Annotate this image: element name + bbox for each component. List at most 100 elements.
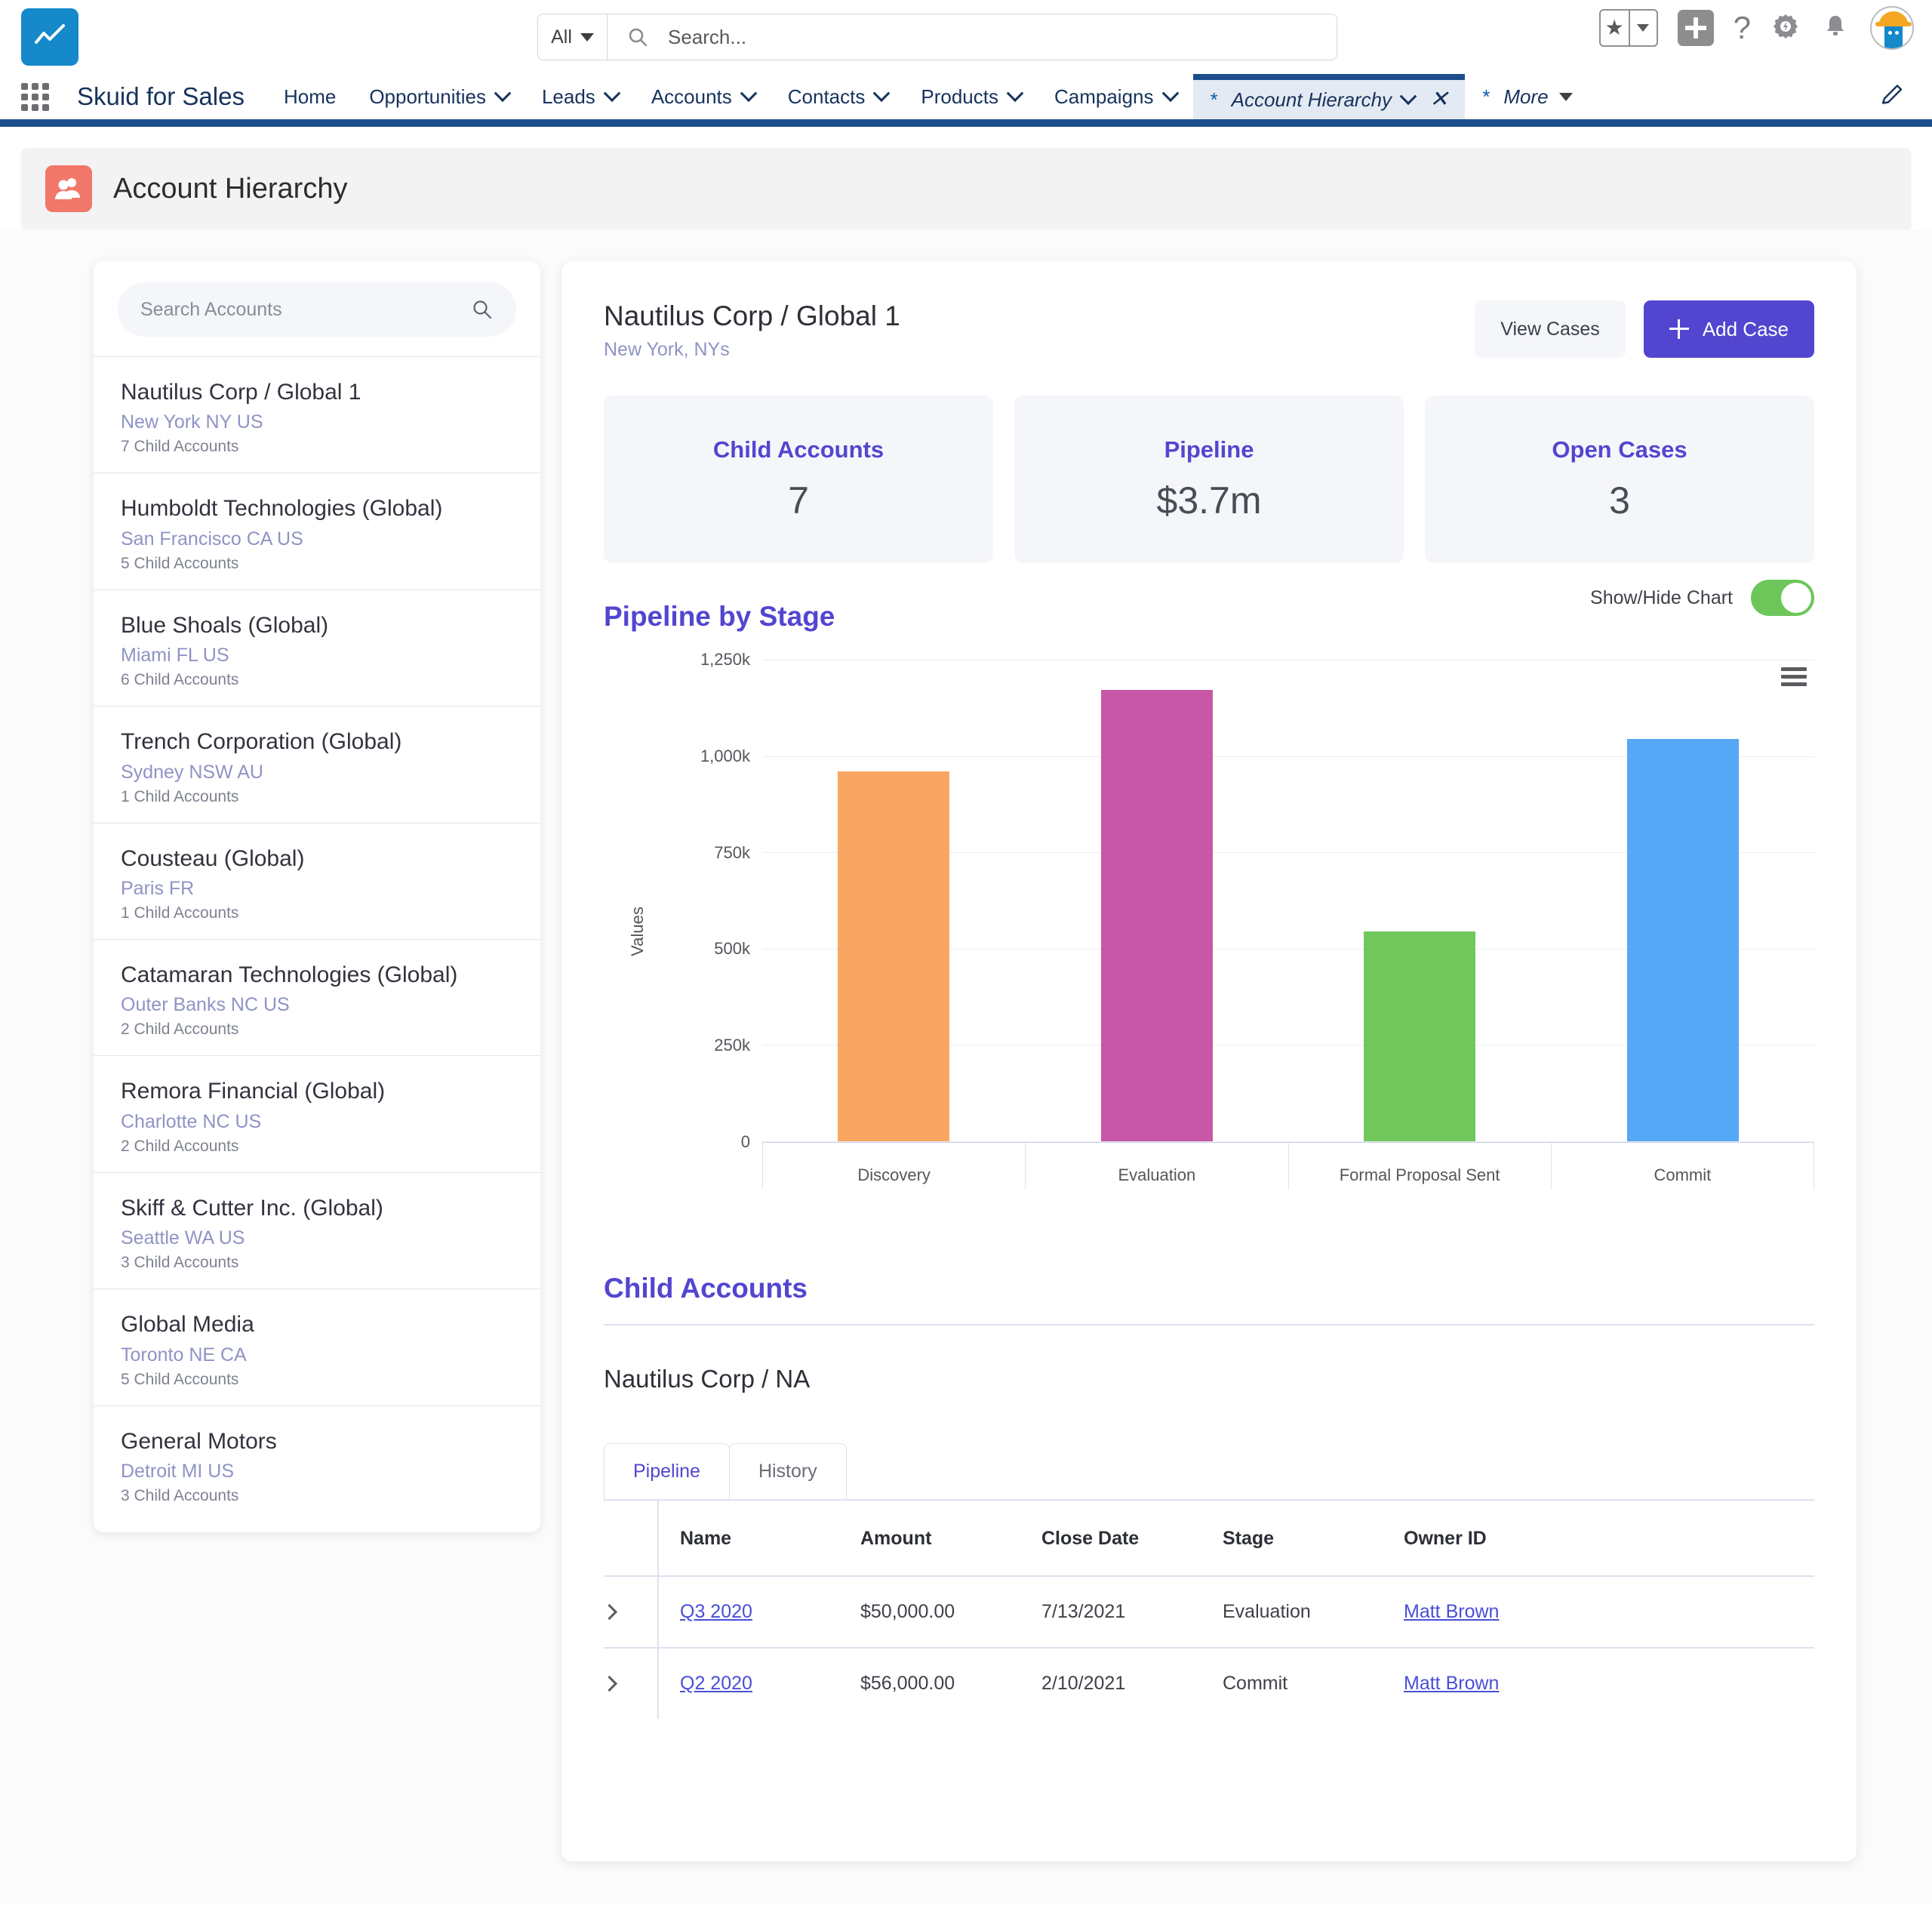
account-list-item[interactable]: Cousteau (Global) Paris FR 1 Child Accou… [94, 823, 540, 939]
detail-tabs: Pipeline History [604, 1443, 1814, 1499]
tab-history[interactable]: History [729, 1443, 847, 1499]
user-avatar[interactable] [1870, 6, 1914, 50]
opportunities-table: Name Amount Close Date Stage Owner ID Q3… [604, 1501, 1814, 1719]
chart-header: Pipeline by Stage Show/Hide Chart [604, 601, 1814, 633]
opportunity-name-link[interactable]: Q2 2020 [680, 1673, 752, 1694]
chevron-down-icon [1007, 85, 1024, 102]
chart-bar[interactable] [1364, 931, 1475, 1141]
chart-bar[interactable] [838, 771, 949, 1141]
nav-more-menu[interactable]: * More [1465, 74, 1589, 119]
setup-gear-icon[interactable] [1770, 11, 1801, 45]
nav-item-opportunities[interactable]: Opportunities [352, 74, 525, 119]
tab-pipeline[interactable]: Pipeline [604, 1443, 730, 1499]
table-header-row: Name Amount Close Date Stage Owner ID [604, 1501, 1814, 1576]
kpi-label: Child Accounts [713, 436, 884, 463]
account-name: Global Media [121, 1310, 513, 1339]
section-divider [604, 1324, 1814, 1325]
nav-item-home[interactable]: Home [267, 74, 352, 119]
account-list-item[interactable]: Nautilus Corp / Global 1 New York NY US … [94, 356, 540, 473]
search-input-wrap[interactable]: Search... [608, 14, 1337, 60]
row-expander[interactable] [604, 1648, 658, 1719]
search-scope-dropdown[interactable]: All [538, 14, 608, 60]
plus-icon [1669, 319, 1689, 339]
favorites-caret-icon[interactable] [1629, 11, 1657, 45]
show-hide-chart-toggle[interactable] [1751, 580, 1814, 616]
nav-item-leads[interactable]: Leads [525, 74, 635, 119]
column-header-owner-id[interactable]: Owner ID [1404, 1501, 1814, 1576]
account-list-item[interactable]: Humboldt Technologies (Global) San Franc… [94, 473, 540, 589]
kpi-child-accounts[interactable]: Child Accounts 7 [604, 396, 993, 563]
account-location: Miami FL US [121, 645, 513, 667]
row-expander[interactable] [604, 1576, 658, 1648]
unsaved-tab-indicator: * [1481, 85, 1489, 109]
account-name: Trench Corporation (Global) [121, 728, 513, 756]
app-name-label: Skuid for Sales [65, 74, 267, 119]
favorites-group[interactable]: ★ [1599, 9, 1658, 47]
search-placeholder: Search... [668, 26, 746, 49]
account-child-count: 2 Child Accounts [121, 1021, 513, 1039]
column-header-name[interactable]: Name [658, 1501, 860, 1576]
chevron-down-icon[interactable] [1400, 88, 1417, 105]
help-icon[interactable]: ? [1734, 12, 1751, 44]
kpi-pipeline[interactable]: Pipeline $3.7m [1014, 396, 1404, 563]
chart-bar[interactable] [1101, 690, 1213, 1141]
account-name: Catamaran Technologies (Global) [121, 961, 513, 990]
nav-item-contacts[interactable]: Contacts [771, 74, 905, 119]
search-accounts-input[interactable] [140, 299, 471, 321]
column-header-stage[interactable]: Stage [1223, 1501, 1404, 1576]
chevron-down-icon [873, 85, 891, 102]
account-name: Blue Shoals (Global) [121, 611, 513, 640]
column-header-amount[interactable]: Amount [860, 1501, 1041, 1576]
view-cases-button[interactable]: View Cases [1475, 300, 1626, 358]
add-case-button[interactable]: Add Case [1644, 300, 1814, 358]
table-row[interactable]: Q3 2020 $50,000.00 7/13/2021 Evaluation … [604, 1576, 1814, 1648]
close-icon[interactable]: ✕ [1429, 88, 1448, 111]
owner-link[interactable]: Matt Brown [1404, 1601, 1499, 1622]
account-location: Charlotte NC US [121, 1111, 513, 1133]
account-name: General Motors [121, 1427, 513, 1456]
account-list-item[interactable]: Trench Corporation (Global) Sydney NSW A… [94, 706, 540, 822]
opportunity-name-link[interactable]: Q3 2020 [680, 1601, 752, 1622]
notifications-bell-icon[interactable] [1820, 11, 1850, 45]
chart-bar-column [1026, 660, 1289, 1141]
account-list-item[interactable]: Skiff & Cutter Inc. (Global) Seattle WA … [94, 1172, 540, 1289]
column-header-close-date[interactable]: Close Date [1041, 1501, 1223, 1576]
chart-bars [762, 660, 1814, 1141]
search-icon[interactable] [471, 298, 494, 321]
favorites-star-icon[interactable]: ★ [1601, 11, 1629, 45]
chevron-right-icon [601, 1604, 617, 1620]
chevron-down-icon [1559, 93, 1573, 101]
account-location: Detroit MI US [121, 1461, 513, 1482]
account-list-item[interactable]: Blue Shoals (Global) Miami FL US 6 Child… [94, 590, 540, 706]
account-list-item[interactable]: Global Media Toronto NE CA 5 Child Accou… [94, 1289, 540, 1405]
nav-item-products[interactable]: Products [904, 74, 1038, 119]
global-search[interactable]: All Search... [537, 14, 1337, 60]
search-accounts-field[interactable] [118, 282, 516, 337]
nav-item-accounts[interactable]: Accounts [635, 74, 771, 119]
account-list-item[interactable]: General Motors Detroit MI US 3 Child Acc… [94, 1406, 540, 1522]
chart-x-tick-label: Evaluation [1025, 1143, 1287, 1190]
account-list-item[interactable]: Remora Financial (Global) Charlotte NC U… [94, 1055, 540, 1172]
nav-tab-account-hierarchy[interactable]: * Account Hierarchy ✕ [1193, 74, 1466, 119]
account-child-count: 2 Child Accounts [121, 1138, 513, 1156]
kpi-label: Open Cases [1552, 436, 1687, 463]
show-hide-chart-label: Show/Hide Chart [1590, 587, 1733, 609]
add-icon[interactable] [1678, 10, 1714, 46]
unsaved-tab-indicator: * [1210, 88, 1217, 112]
pencil-edit-icon[interactable] [1879, 82, 1905, 112]
cell-close-date: 2/10/2021 [1041, 1648, 1223, 1719]
account-list-item[interactable]: Catamaran Technologies (Global) Outer Ba… [94, 939, 540, 1055]
chart-y-tick-label: 500k [714, 939, 750, 959]
wave-chart-logo-icon[interactable] [21, 8, 78, 66]
show-hide-chart-control: Show/Hide Chart [1590, 580, 1814, 616]
cell-stage: Commit [1223, 1648, 1404, 1719]
chart-bar[interactable] [1627, 739, 1739, 1141]
owner-link[interactable]: Matt Brown [1404, 1673, 1499, 1694]
account-location: Seattle WA US [121, 1227, 513, 1249]
detail-header: Nautilus Corp / Global 1 New York, NYs V… [604, 300, 1814, 361]
chart-bar-column [1552, 660, 1815, 1141]
app-launcher-waffle-icon[interactable] [21, 74, 65, 119]
table-row[interactable]: Q2 2020 $56,000.00 2/10/2021 Commit Matt… [604, 1648, 1814, 1719]
nav-item-campaigns[interactable]: Campaigns [1038, 74, 1193, 119]
kpi-open-cases[interactable]: Open Cases 3 [1425, 396, 1814, 563]
